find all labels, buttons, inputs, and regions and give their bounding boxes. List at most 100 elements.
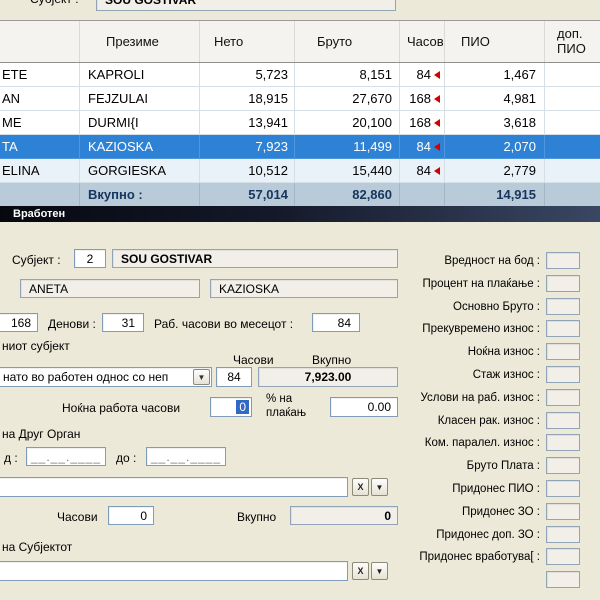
cell-firstname[interactable]: ME xyxy=(0,111,80,135)
payroll-window: { "colors": { "window_bg": "#ECE9D8", "s… xyxy=(0,0,600,600)
cell-dop-pio[interactable] xyxy=(545,87,600,111)
employee-form: Субјект : 2 SOU GOSTIVAR ANETA KAZIOSKA … xyxy=(0,222,600,600)
top-strip: Субјект : SOU GOSTIVAR xyxy=(0,0,600,20)
date-to-input[interactable]: __.__.____ xyxy=(146,447,226,466)
cell-pio[interactable]: 2,779 xyxy=(445,159,545,183)
cell-firstname[interactable]: TA xyxy=(0,135,80,159)
date-from-label: д : xyxy=(4,451,18,465)
calc-value-field[interactable] xyxy=(546,526,580,543)
first-name-field[interactable]: ANETA xyxy=(20,279,200,298)
cell-pio[interactable]: 4,981 xyxy=(445,87,545,111)
table-row[interactable]: AN FEJZULAI 18,915 27,670 168 4,981 xyxy=(0,87,600,111)
cell-dop-pio[interactable] xyxy=(545,135,600,159)
cell-dop-pio[interactable] xyxy=(545,63,600,87)
org-total-label: Вкупно xyxy=(237,510,276,524)
cell-neto[interactable]: 7,923 xyxy=(200,135,295,159)
cell-firstname[interactable]: ELINA xyxy=(0,159,80,183)
flag-icon xyxy=(434,95,440,103)
cell-dop-pio[interactable] xyxy=(545,159,600,183)
cell-neto[interactable]: 18,915 xyxy=(200,87,295,111)
calc-value-field[interactable] xyxy=(546,480,580,497)
calc-row: Услови на раб. износ : xyxy=(340,389,580,406)
col-header-neto: Нето xyxy=(200,21,295,62)
relation-hours-field[interactable]: 84 xyxy=(216,367,252,387)
subject-label-top: Субјект : xyxy=(30,0,79,6)
calc-value-field[interactable] xyxy=(546,434,580,451)
employee-table: Презиме Нето Бруто Часов ПИО доп. ПИО ET… xyxy=(0,20,600,207)
cell-pio[interactable]: 1,467 xyxy=(445,63,545,87)
subject-name-field-top[interactable]: SOU GOSTIVAR xyxy=(96,0,396,11)
col-header-bruto: Бруто xyxy=(295,21,400,62)
calc-value-field[interactable] xyxy=(546,366,580,383)
subject-section-label: ниот субјект xyxy=(2,339,70,353)
table-row-selected[interactable]: TA KAZIOSKA 7,923 11,499 84 2,070 xyxy=(0,135,600,159)
cell-surname[interactable]: KAPROLI xyxy=(80,63,200,87)
calc-value-field[interactable] xyxy=(546,571,580,588)
subject-code-field[interactable]: 2 xyxy=(74,249,106,268)
col-header-hours: Часов xyxy=(400,21,445,62)
date-to-label: до : xyxy=(116,451,136,465)
cell-bruto[interactable]: 27,670 xyxy=(295,87,400,111)
calc-value-field[interactable] xyxy=(546,252,580,269)
org-hours-field[interactable]: 0 xyxy=(108,506,154,525)
calc-value-field[interactable] xyxy=(546,503,580,520)
calc-value-field[interactable] xyxy=(546,343,580,360)
cell-firstname[interactable]: AN xyxy=(0,87,80,111)
calc-row: Бруто Плата : xyxy=(340,457,580,474)
totals-pio: 14,915 xyxy=(445,183,545,207)
cell-surname[interactable]: GORGIESKA xyxy=(80,159,200,183)
cell-neto[interactable]: 5,723 xyxy=(200,63,295,87)
calc-row: Придонес вработува[ : xyxy=(340,548,580,565)
totals-label: Вкупно : xyxy=(80,183,200,207)
hours-sum-field[interactable]: 168 xyxy=(0,313,38,332)
cell-dop-pio[interactable] xyxy=(545,111,600,135)
month-hours-label: Раб. часови во месецот : xyxy=(154,317,293,331)
calc-row: Ком. паралел. износ : xyxy=(340,434,580,451)
cell-bruto[interactable]: 8,151 xyxy=(295,63,400,87)
calc-value-field[interactable] xyxy=(546,548,580,565)
subject-combo-section-label: на Субјектот xyxy=(2,540,72,554)
work-relation-combo[interactable]: нато во работен однос со неп ▼ xyxy=(0,367,212,387)
days-label: Денови : xyxy=(48,317,96,331)
cell-hours[interactable]: 168 xyxy=(400,87,445,111)
cell-bruto[interactable]: 20,100 xyxy=(295,111,400,135)
cell-surname[interactable]: FEJZULAI xyxy=(80,87,200,111)
cell-neto[interactable]: 10,512 xyxy=(200,159,295,183)
cell-pio[interactable]: 3,618 xyxy=(445,111,545,135)
calc-value-field[interactable] xyxy=(546,298,580,315)
days-field[interactable]: 31 xyxy=(102,313,144,332)
cell-bruto[interactable]: 11,499 xyxy=(295,135,400,159)
cell-hours[interactable]: 84 xyxy=(400,135,445,159)
cell-firstname[interactable]: ETE xyxy=(0,63,80,87)
calc-value-field[interactable] xyxy=(546,412,580,429)
cell-hours[interactable]: 168 xyxy=(400,111,445,135)
calc-value-field[interactable] xyxy=(546,457,580,474)
cell-surname[interactable]: KAZIOSKA xyxy=(80,135,200,159)
hours-column-label: Часови xyxy=(233,353,274,367)
cell-bruto[interactable]: 15,440 xyxy=(295,159,400,183)
cell-hours[interactable]: 84 xyxy=(400,63,445,87)
calc-value-field[interactable] xyxy=(546,275,580,292)
col-header-dop-pio: доп. ПИО xyxy=(545,21,600,62)
chevron-down-icon[interactable]: ▼ xyxy=(193,369,210,385)
col-header-firstname xyxy=(0,21,80,62)
flag-icon xyxy=(434,143,440,151)
other-org-combo[interactable] xyxy=(0,477,348,497)
cell-neto[interactable]: 13,941 xyxy=(200,111,295,135)
cell-hours[interactable]: 84 xyxy=(400,159,445,183)
cell-pio[interactable]: 2,070 xyxy=(445,135,545,159)
section-bar-title: Вработен xyxy=(13,208,65,220)
totals-neto: 57,014 xyxy=(200,183,295,207)
calc-value-field[interactable] xyxy=(546,389,580,406)
table-row[interactable]: ETE KAPROLI 5,723 8,151 84 1,467 xyxy=(0,63,600,87)
table-row[interactable]: ME DURMI{I 13,941 20,100 168 3,618 xyxy=(0,111,600,135)
calc-value-field[interactable] xyxy=(546,320,580,337)
table-row[interactable]: ELINA GORGIESKA 10,512 15,440 84 2,779 xyxy=(0,159,600,183)
date-from-input[interactable]: __.__.____ xyxy=(26,447,106,466)
selected-text: 0 xyxy=(236,400,249,414)
subject-label: Субјект : xyxy=(12,253,61,267)
night-hours-input[interactable]: 0 xyxy=(210,397,252,417)
subject-combo[interactable] xyxy=(0,561,348,581)
col-header-pio: ПИО xyxy=(445,21,545,62)
cell-surname[interactable]: DURMI{I xyxy=(80,111,200,135)
